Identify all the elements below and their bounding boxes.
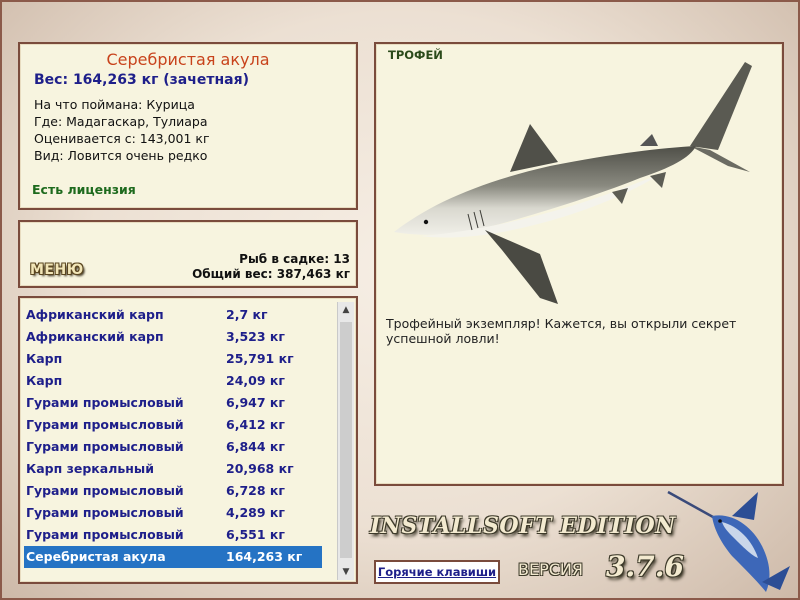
total-weight: Общий вес: 387,463 кг	[192, 267, 350, 281]
trophy-panel: ТРОФЕЙ Трофейный экземпляр! Кажется, вы …	[374, 42, 784, 486]
scroll-thumb[interactable]	[340, 322, 352, 558]
list-item-selected[interactable]: Серебристая акула 164,263 кг	[24, 546, 322, 568]
keepnet-rows: Африканский карп 2,7 кг Африканский карп 3…	[24, 304, 338, 568]
list-item-weight: 6,728 кг	[226, 483, 285, 498]
brand-title: INSTALLSOFT EDITION	[370, 513, 676, 539]
list-item-weight: 6,412 кг	[226, 417, 285, 432]
list-scrollbar[interactable]: ▲ ▼	[337, 302, 354, 580]
list-item-weight: 25,791 кг	[226, 351, 294, 366]
scroll-up-icon[interactable]: ▲	[338, 302, 354, 318]
location-line: Где: Мадагаскар, Тулиара	[34, 114, 208, 129]
list-item-weight: 2,7 кг	[226, 307, 268, 322]
list-item-weight: 6,551 кг	[226, 527, 285, 542]
catch-info-panel: Серебристая акула Вес: 164,263 кг (зачет…	[18, 42, 358, 210]
list-item-weight: 24,09 кг	[226, 373, 285, 388]
list-item[interactable]: Гурами промысловый 6,947 кг	[24, 392, 338, 414]
fish-count: Рыб в садке: 13	[239, 252, 350, 266]
list-item-name: Гурами промысловый	[26, 483, 184, 498]
list-item-weight: 6,844 кг	[226, 439, 285, 454]
list-item-name: Гурами промысловый	[26, 417, 184, 432]
list-item[interactable]: Африканский карп 3,523 кг	[24, 326, 338, 348]
list-item-weight: 6,947 кг	[226, 395, 285, 410]
list-item-name: Гурами промысловый	[26, 527, 184, 542]
bait-line: На что поймана: Курица	[34, 97, 195, 112]
list-item-weight: 3,523 кг	[226, 329, 285, 344]
hotkeys-link[interactable]: Горячие клавиши	[374, 560, 500, 584]
list-item-name: Африканский карп	[26, 307, 164, 322]
list-item[interactable]: Гурами промысловый 4,289 кг	[24, 502, 338, 524]
valued-from-line: Оценивается с: 143,001 кг	[34, 131, 210, 146]
list-item-name: Серебристая акула	[26, 549, 166, 564]
list-item-name: Гурами промысловый	[26, 439, 184, 454]
scroll-down-icon[interactable]: ▼	[338, 564, 354, 580]
menu-button[interactable]: МЕНЮ	[30, 262, 84, 278]
list-item[interactable]: Карп 25,791 кг	[24, 348, 338, 370]
list-item[interactable]: Гурами промысловый 6,551 кг	[24, 524, 338, 546]
fish-weight: Вес: 164,263 кг (зачетная)	[34, 72, 249, 88]
list-item-name: Гурами промысловый	[26, 395, 184, 410]
menu-panel: МЕНЮ Рыб в садке: 13 Общий вес: 387,463 …	[18, 220, 358, 288]
rarity-line: Вид: Ловится очень редко	[34, 148, 208, 163]
list-item-weight: 164,263 кг	[226, 549, 303, 564]
list-item[interactable]: Карп зеркальный 20,968 кг	[24, 458, 338, 480]
keepnet-list: Африканский карп 2,7 кг Африканский карп 3…	[18, 296, 358, 584]
list-item-name: Карп зеркальный	[26, 461, 154, 476]
list-item-name: Карп	[26, 373, 63, 388]
list-item[interactable]: Гурами промысловый 6,844 кг	[24, 436, 338, 458]
list-item[interactable]: Гурами промысловый 6,728 кг	[24, 480, 338, 502]
list-item-weight: 20,968 кг	[226, 461, 294, 476]
trophy-description: Трофейный экземпляр! Кажется, вы открыли…	[386, 316, 737, 346]
shark-image	[394, 62, 752, 304]
list-item-name: Африканский карп	[26, 329, 164, 344]
list-item-name: Карп	[26, 351, 63, 366]
version-label: ВЕРСИЯ	[518, 560, 583, 579]
marlin-logo-icon	[667, 490, 790, 592]
keepnet-stats: Рыб в садке: 13 Общий вес: 387,463 кг	[192, 252, 350, 282]
list-item-name: Гурами промысловый	[26, 505, 184, 520]
fish-name: Серебристая акула	[106, 50, 270, 69]
catch-details: На что поймана: Курица Где: Мадагаскар, …	[34, 96, 210, 164]
list-item[interactable]: Африканский карп 2,7 кг	[24, 304, 338, 326]
license-status: Есть лицензия	[32, 182, 136, 197]
list-item-weight: 4,289 кг	[226, 505, 285, 520]
list-item[interactable]: Карп 24,09 кг	[24, 370, 338, 392]
list-item[interactable]: Гурами промысловый 6,412 кг	[24, 414, 338, 436]
